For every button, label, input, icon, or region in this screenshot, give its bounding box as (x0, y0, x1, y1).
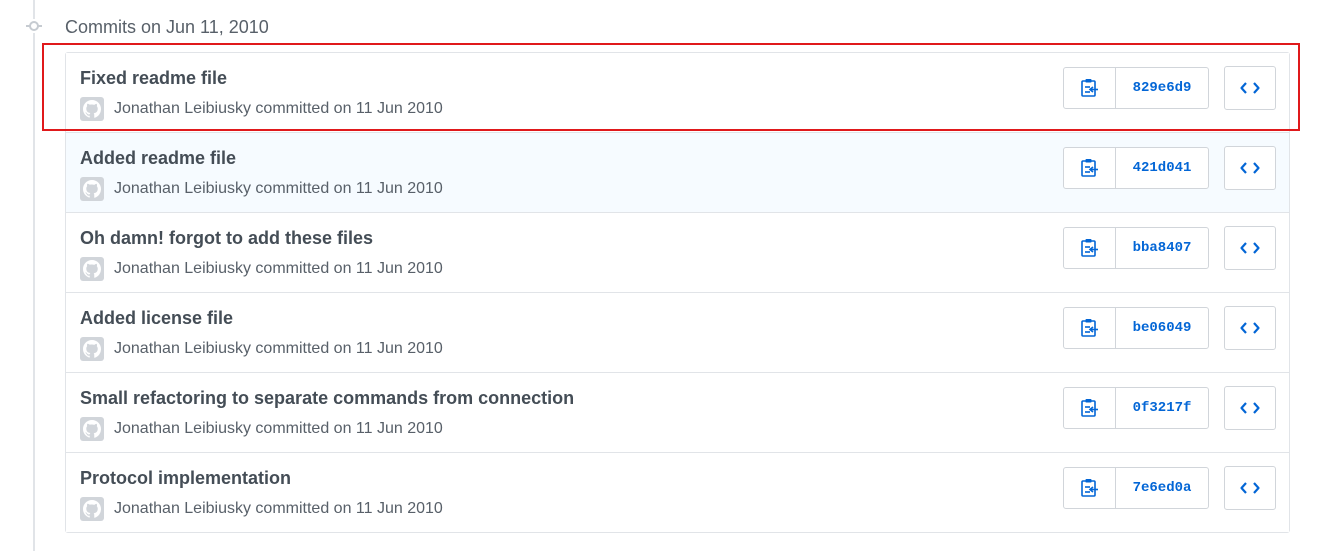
commit-title-link[interactable]: Added readme file (80, 147, 236, 169)
browse-repo-button[interactable] (1224, 146, 1276, 190)
commit-meta: Jonathan Leibiusky committed on 11 Jun 2… (80, 337, 443, 361)
commit-author-date: Jonathan Leibiusky committed on 11 Jun 2… (114, 100, 443, 117)
sha-button-group: be06049 (1063, 307, 1209, 349)
sha-button-group: bba8407 (1063, 227, 1209, 269)
clipboard-copy-icon (1080, 79, 1098, 97)
code-brackets-icon (1240, 242, 1260, 254)
github-avatar-icon (83, 100, 101, 118)
avatar[interactable] (80, 97, 104, 121)
git-commit-icon (26, 19, 42, 33)
commit-row: Small refactoring to separate commands f… (66, 372, 1289, 452)
github-avatar-icon (83, 420, 101, 438)
commit-row: Added license file Jonathan Leibiusky co… (66, 292, 1289, 372)
copy-sha-button[interactable] (1064, 388, 1116, 428)
avatar[interactable] (80, 497, 104, 521)
commit-row: Fixed readme file Jonathan Leibiusky com… (66, 53, 1289, 132)
avatar[interactable] (80, 417, 104, 441)
sha-button-group: 7e6ed0a (1063, 467, 1209, 509)
avatar[interactable] (80, 337, 104, 361)
clipboard-copy-icon (1080, 319, 1098, 337)
browse-repo-button[interactable] (1224, 466, 1276, 510)
commit-title-link[interactable]: Added license file (80, 307, 233, 329)
sha-button-group: 421d041 (1063, 147, 1209, 189)
browse-repo-button[interactable] (1224, 386, 1276, 430)
clipboard-copy-icon (1080, 159, 1098, 177)
commit-author-date: Jonathan Leibiusky committed on 11 Jun 2… (114, 260, 443, 277)
commit-author-date: Jonathan Leibiusky committed on 11 Jun 2… (114, 180, 443, 197)
commit-meta: Jonathan Leibiusky committed on 11 Jun 2… (80, 417, 443, 441)
commit-sha-link[interactable]: bba8407 (1116, 228, 1208, 268)
github-avatar-icon (83, 340, 101, 358)
commit-list: Fixed readme file Jonathan Leibiusky com… (65, 52, 1290, 533)
browse-repo-button[interactable] (1224, 66, 1276, 110)
commit-author-date: Jonathan Leibiusky committed on 11 Jun 2… (114, 500, 443, 517)
commit-title-link[interactable]: Oh damn! forgot to add these files (80, 227, 373, 249)
commit-title-link[interactable]: Small refactoring to separate commands f… (80, 387, 574, 409)
code-brackets-icon (1240, 402, 1260, 414)
commit-meta: Jonathan Leibiusky committed on 11 Jun 2… (80, 97, 443, 121)
commit-group-title: Commits on Jun 11, 2010 (65, 17, 269, 37)
commit-title-link[interactable]: Fixed readme file (80, 67, 227, 89)
copy-sha-button[interactable] (1064, 68, 1116, 108)
sha-button-group: 0f3217f (1063, 387, 1209, 429)
browse-repo-button[interactable] (1224, 226, 1276, 270)
commit-title-link[interactable]: Protocol implementation (80, 467, 291, 489)
commit-meta: Jonathan Leibiusky committed on 11 Jun 2… (80, 497, 443, 521)
commit-row: Oh damn! forgot to add these files Jonat… (66, 212, 1289, 292)
clipboard-copy-icon (1080, 239, 1098, 257)
code-brackets-icon (1240, 162, 1260, 174)
commit-row: Added readme file Jonathan Leibiusky com… (66, 132, 1289, 212)
avatar[interactable] (80, 177, 104, 201)
commit-meta: Jonathan Leibiusky committed on 11 Jun 2… (80, 257, 443, 281)
copy-sha-button[interactable] (1064, 148, 1116, 188)
commit-sha-link[interactable]: 0f3217f (1116, 388, 1208, 428)
copy-sha-button[interactable] (1064, 308, 1116, 348)
sha-button-group: 829e6d9 (1063, 67, 1209, 109)
commit-row: Protocol implementation Jonathan Leibius… (66, 452, 1289, 532)
code-brackets-icon (1240, 482, 1260, 494)
copy-sha-button[interactable] (1064, 468, 1116, 508)
commit-sha-link[interactable]: 829e6d9 (1116, 68, 1208, 108)
github-avatar-icon (83, 500, 101, 518)
commit-author-date: Jonathan Leibiusky committed on 11 Jun 2… (114, 420, 443, 437)
clipboard-copy-icon (1080, 479, 1098, 497)
code-brackets-icon (1240, 82, 1260, 94)
commit-sha-link[interactable]: be06049 (1116, 308, 1208, 348)
github-avatar-icon (83, 260, 101, 278)
commit-sha-link[interactable]: 7e6ed0a (1116, 468, 1208, 508)
clipboard-copy-icon (1080, 399, 1098, 417)
github-avatar-icon (83, 180, 101, 198)
timeline-line (33, 0, 35, 551)
commit-meta: Jonathan Leibiusky committed on 11 Jun 2… (80, 177, 443, 201)
browse-repo-button[interactable] (1224, 306, 1276, 350)
avatar[interactable] (80, 257, 104, 281)
code-brackets-icon (1240, 322, 1260, 334)
copy-sha-button[interactable] (1064, 228, 1116, 268)
commit-author-date: Jonathan Leibiusky committed on 11 Jun 2… (114, 340, 443, 357)
commit-sha-link[interactable]: 421d041 (1116, 148, 1208, 188)
